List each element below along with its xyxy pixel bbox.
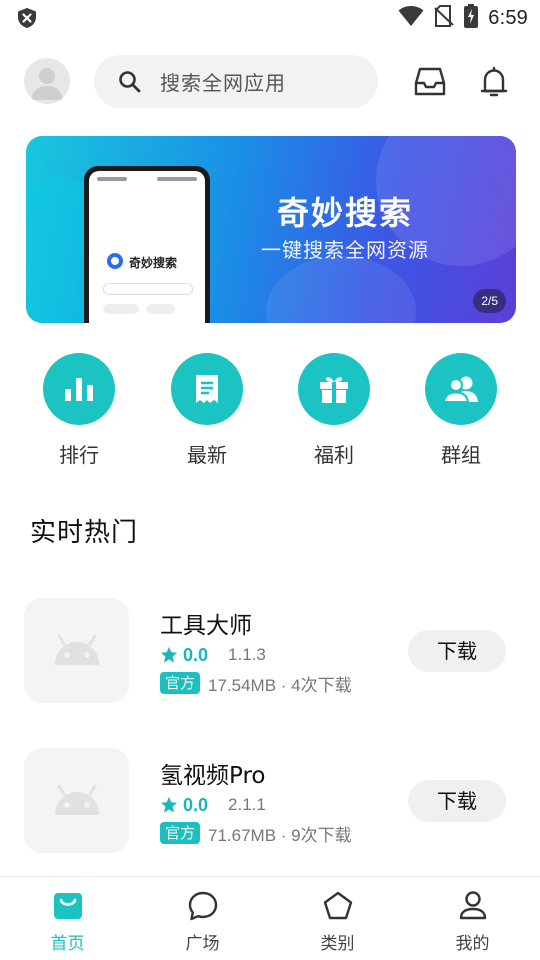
default-avatar-icon[interactable] (24, 58, 70, 104)
meta-line: 官方 71.67MB · 9次下载 (160, 822, 352, 845)
battery-charging-icon (464, 4, 479, 32)
chat-bubble-icon (186, 889, 220, 923)
app-meta: 17.54MB · 4次下载 (208, 675, 352, 695)
nav-tab-categories[interactable]: 类别 (270, 877, 405, 960)
quick-entry-label: 排行 (59, 443, 99, 467)
home-bag-icon (51, 889, 85, 923)
search-placeholder: 搜索全网应用 (160, 71, 286, 95)
nav-label: 类别 (320, 934, 355, 954)
pentagon-icon (321, 889, 355, 923)
receipt-icon (171, 353, 243, 425)
nav-label: 广场 (185, 934, 220, 954)
banner-title: 奇妙搜索 (276, 194, 413, 232)
search-bar[interactable]: 搜索全网应用 (94, 55, 378, 108)
bar-chart-icon (43, 353, 115, 425)
quick-entry-ranking[interactable]: 排行 (29, 353, 129, 468)
app-list-item[interactable]: 氢视频Pro 0.0 2.1.1 官方 71.67MB · 9次下载 下载 (0, 748, 540, 858)
rating-line: 0.0 2.1.1 (160, 794, 266, 816)
official-badge: 官方 (160, 672, 201, 694)
status-icons: 6:59 (398, 4, 528, 32)
official-badge: 官方 (160, 822, 201, 844)
bell-icon[interactable] (474, 62, 514, 102)
phone-app-name: 奇妙搜索 (129, 256, 178, 270)
app-name: 工具大师 (160, 613, 252, 639)
group-icon (425, 353, 497, 425)
app-logo-icon (107, 253, 123, 269)
quick-entries: 排行 最新 福利 群组 (0, 353, 540, 473)
android-icon[interactable] (24, 748, 129, 853)
quick-entry-groups[interactable]: 群组 (411, 353, 511, 468)
star-icon (160, 646, 178, 663)
nav-tab-me[interactable]: 我的 (405, 877, 540, 960)
quick-entry-latest[interactable]: 最新 (157, 353, 257, 468)
app-rating: 0.0 (183, 644, 209, 665)
shield-x-icon (16, 7, 38, 29)
promo-banner[interactable]: 奇妙搜索 奇妙搜索 一键搜索全网资源 2/5 (26, 136, 516, 323)
app-version: 1.1.3 (228, 645, 266, 664)
wifi-icon (398, 5, 424, 31)
nav-tab-home[interactable]: 首页 (0, 877, 135, 960)
app-name: 氢视频Pro (160, 763, 266, 789)
app-list-item[interactable]: 工具大师 0.0 1.1.3 官方 17.54MB · 4次下载 下载 (0, 598, 540, 708)
android-icon[interactable] (24, 598, 129, 703)
section-title: 实时热门 (30, 518, 139, 548)
nav-label: 首页 (50, 934, 85, 954)
app-meta: 71.67MB · 9次下载 (208, 825, 352, 845)
meta-line: 官方 17.54MB · 4次下载 (160, 672, 352, 695)
banner-page-indicator: 2/5 (473, 289, 506, 313)
banner-subtitle: 一键搜索全网资源 (261, 238, 429, 262)
quick-entry-label: 福利 (314, 443, 354, 467)
quick-entry-benefits[interactable]: 福利 (284, 353, 384, 468)
no-sim-icon (434, 5, 454, 31)
clock: 6:59 (488, 6, 528, 29)
app-version: 2.1.1 (228, 795, 266, 814)
person-icon (456, 889, 490, 923)
search-icon (116, 68, 144, 96)
download-button[interactable]: 下载 (408, 780, 506, 822)
app-rating: 0.0 (183, 794, 209, 815)
download-button[interactable]: 下载 (408, 630, 506, 672)
star-icon (160, 796, 178, 813)
nav-tab-square[interactable]: 广场 (135, 877, 270, 960)
quick-entry-label: 群组 (441, 443, 481, 467)
quick-entry-label: 最新 (187, 443, 227, 467)
gift-icon (298, 353, 370, 425)
bottom-navigation: 首页 广场 类别 我的 (0, 876, 540, 960)
status-bar: 6:59 (0, 0, 540, 36)
phone-mockup-image: 奇妙搜索 (84, 166, 210, 323)
top-header: 搜索全网应用 (0, 54, 540, 110)
nav-label: 我的 (455, 934, 490, 954)
inbox-icon[interactable] (410, 62, 450, 102)
rating-line: 0.0 1.1.3 (160, 644, 266, 666)
